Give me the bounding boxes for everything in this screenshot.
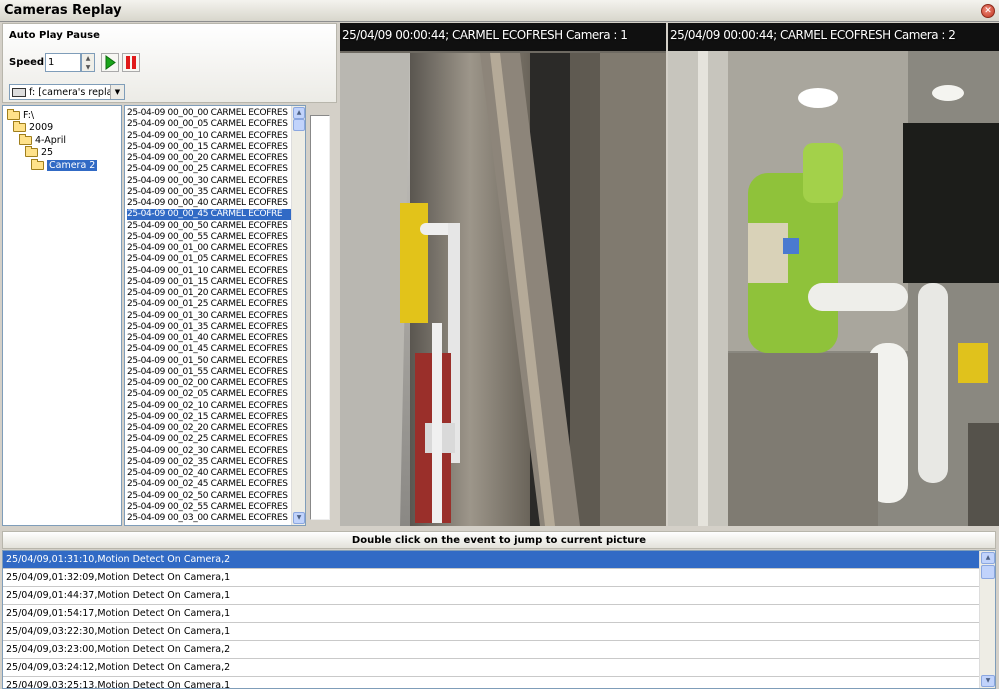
file-list-item[interactable]: 25-04-09 00_01_10 CARMEL ECOFRES — [127, 266, 291, 277]
tree-item[interactable]: 4-April — [19, 133, 66, 146]
folder-tree[interactable]: F:\ 2009 4-April 25 Camera 2 — [2, 105, 122, 526]
file-list-item[interactable]: 25-04-09 00_00_00 CARMEL ECOFRES — [127, 108, 291, 119]
event-row[interactable]: 25/04/09,01:32:09,Motion Detect On Camer… — [3, 569, 980, 587]
file-list-item[interactable]: 25-04-09 00_00_35 CARMEL ECOFRES — [127, 187, 291, 198]
tree-item[interactable]: Camera 2 — [31, 158, 98, 171]
file-list-item[interactable]: 25-04-09 00_01_15 CARMEL ECOFRES — [127, 277, 291, 288]
auto-play-pause-label: Auto Play Pause — [9, 30, 100, 41]
events-scroll-down-icon[interactable]: ▼ — [981, 675, 995, 687]
file-list-item[interactable]: 25-04-09 00_01_05 CARMEL ECOFRES — [127, 254, 291, 265]
events-header: Double click on the event to jump to cur… — [2, 531, 996, 549]
file-list-item[interactable]: 25-04-09 00_00_40 CARMEL ECOFRES — [127, 198, 291, 209]
event-row[interactable]: 25/04/09,03:22:30,Motion Detect On Camer… — [3, 623, 980, 641]
folder-icon — [13, 121, 26, 132]
close-icon: ✕ — [984, 6, 992, 16]
speed-label: Speed — [9, 57, 45, 68]
file-list-item[interactable]: 25-04-09 00_01_20 CARMEL ECOFRES — [127, 288, 291, 299]
file-list-item[interactable]: 25-04-09 00_01_55 CARMEL ECOFRES — [127, 367, 291, 378]
event-row[interactable]: 25/04/09,01:44:37,Motion Detect On Camer… — [3, 587, 980, 605]
file-list-item[interactable]: 25-04-09 00_02_30 CARMEL ECOFRES — [127, 446, 291, 457]
camera-1-view[interactable]: 25/04/09 00:00:44; CARMEL ECOFRESH Camer… — [340, 23, 666, 526]
play-icon — [105, 55, 116, 70]
camera-1-caption: 25/04/09 00:00:44; CARMEL ECOFRESH Camer… — [342, 28, 628, 42]
pause-button[interactable] — [122, 53, 140, 72]
playback-controls: Auto Play Pause Speed ▲ ▼ f: [camera's r… — [2, 23, 337, 103]
file-list-item[interactable]: 25-04-09 00_00_05 CARMEL ECOFRES — [127, 119, 291, 130]
folder-icon — [25, 146, 38, 157]
spin-down-icon[interactable]: ▼ — [82, 63, 94, 72]
drive-select[interactable]: f: [camera's replay] ▼ — [9, 84, 125, 100]
events-list[interactable]: 25/04/09,03:25:13,Motion Detect On Camer… — [2, 550, 996, 689]
events-scroll-up-icon[interactable]: ▲ — [981, 552, 995, 564]
file-list-scrollbar[interactable]: ▲ ▼ — [291, 106, 305, 525]
file-list-item[interactable]: 25-04-09 00_00_20 CARMEL ECOFRES — [127, 153, 291, 164]
file-list-item[interactable]: 25-04-09 00_01_25 CARMEL ECOFRES — [127, 299, 291, 310]
file-list-item[interactable]: 25-04-09 00_00_30 CARMEL ECOFRES — [127, 176, 291, 187]
scroll-thumb[interactable] — [293, 119, 305, 131]
file-list-item[interactable]: 25-04-09 00_02_20 CARMEL ECOFRES — [127, 423, 291, 434]
file-list-item[interactable]: 25-04-09 00_01_00 CARMEL ECOFRES — [127, 243, 291, 254]
file-list-item[interactable]: 25-04-09 00_00_50 CARMEL ECOFRES — [127, 221, 291, 232]
timeline-slider-groove[interactable] — [310, 115, 330, 520]
file-list-item[interactable]: 25-04-09 00_02_55 CARMEL ECOFRES — [127, 502, 291, 513]
events-scrollbar[interactable]: ▲ ▼ — [979, 551, 995, 688]
event-row[interactable]: 25/04/09,01:54:17,Motion Detect On Camer… — [3, 605, 980, 623]
file-list-item[interactable]: 25-04-09 00_02_50 CARMEL ECOFRES — [127, 491, 291, 502]
folder-icon — [7, 108, 20, 120]
file-list-item[interactable]: 25-04-09 00_02_05 CARMEL ECOFRES — [127, 389, 291, 400]
drive-icon — [12, 87, 26, 97]
file-list-item[interactable]: 25-04-09 00_02_40 CARMEL ECOFRES — [127, 468, 291, 479]
tree-item[interactable]: 25 — [25, 146, 54, 159]
file-list-item[interactable]: 25-04-09 00_00_55 CARMEL ECOFRES — [127, 232, 291, 243]
file-list-item[interactable]: 25-04-09 00_00_15 CARMEL ECOFRES — [127, 142, 291, 153]
close-button[interactable]: ✕ — [981, 4, 995, 18]
file-list-item[interactable]: 25-04-09 00_01_35 CARMEL ECOFRES — [127, 322, 291, 333]
file-list-item[interactable]: 25-04-09 00_02_35 CARMEL ECOFRES — [127, 457, 291, 468]
file-list-item[interactable]: 25-04-09 00_02_10 CARMEL ECOFRES — [127, 401, 291, 412]
folder-icon — [31, 158, 44, 170]
scroll-down-icon[interactable]: ▼ — [293, 512, 305, 524]
camera-1-image — [340, 23, 666, 526]
dropdown-arrow-icon[interactable]: ▼ — [110, 85, 124, 99]
folder-icon — [19, 133, 32, 145]
speed-spinner[interactable]: ▲ ▼ — [81, 53, 95, 72]
file-list-item[interactable]: 25-04-09 00_01_40 CARMEL ECOFRES — [127, 333, 291, 344]
event-row[interactable]: 25/04/09,03:23:00,Motion Detect On Camer… — [3, 641, 980, 659]
file-list-item[interactable]: 25-04-09 00_02_00 CARMEL ECOFRES — [127, 378, 291, 389]
scroll-up-icon[interactable]: ▲ — [293, 107, 305, 119]
spin-up-icon[interactable]: ▲ — [82, 54, 94, 63]
camera-2-image — [668, 23, 999, 526]
tree-item-label: 25 — [41, 147, 54, 158]
camera-2-view[interactable]: 25/04/09 00:00:44; CARMEL ECOFRESH Camer… — [668, 23, 999, 526]
tree-item[interactable]: 2009 — [13, 121, 54, 134]
tree-item-label: F:\ — [23, 109, 35, 121]
file-list-item[interactable]: 25-04-09 00_01_45 CARMEL ECOFRES — [127, 344, 291, 355]
file-list-item[interactable]: 25-04-09 00_02_15 CARMEL ECOFRES — [127, 412, 291, 423]
camera-2-caption: 25/04/09 00:00:44; CARMEL ECOFRESH Camer… — [670, 28, 956, 42]
file-list-item[interactable]: 25-04-09 00_02_45 CARMEL ECOFRES — [127, 479, 291, 490]
file-list-item[interactable]: 25-04-09 00_01_50 CARMEL ECOFRES — [127, 356, 291, 367]
title-bar: Cameras Replay ✕ — [0, 0, 999, 22]
pause-icon — [126, 56, 136, 69]
file-list-item[interactable]: 25-04-09 00_00_10 CARMEL ECOFRES — [127, 131, 291, 142]
drive-select-value: f: [camera's replay] — [29, 86, 122, 98]
file-list-item[interactable]: 25-04-09 00_00_45 CARMEL ECOFRE — [127, 209, 291, 221]
event-row[interactable]: 25/04/09,03:24:12,Motion Detect On Camer… — [3, 659, 980, 677]
tree-item-label: 4-April — [35, 134, 66, 146]
window-title: Cameras Replay — [4, 3, 122, 18]
speed-input[interactable] — [45, 53, 81, 72]
event-row[interactable]: 25/04/09,01:31:10,Motion Detect On Camer… — [3, 551, 980, 569]
events-scroll-thumb[interactable] — [981, 565, 995, 579]
file-list-item[interactable]: 25-04-09 00_01_30 CARMEL ECOFRES — [127, 311, 291, 322]
play-button[interactable] — [101, 53, 119, 72]
file-list-item[interactable]: 25-04-09 00_00_25 CARMEL ECOFRES — [127, 164, 291, 175]
file-list-item[interactable]: 25-04-09 00_02_25 CARMEL ECOFRES — [127, 434, 291, 445]
file-list[interactable]: 25-04-09 00_03_00 CARMEL ECOFRES 25-04-09… — [124, 105, 306, 526]
event-row[interactable]: 25/04/09,03:25:13,Motion Detect On Camer… — [3, 677, 980, 688]
tree-item-label: 2009 — [29, 122, 54, 133]
file-list-item[interactable]: 25-04-09 00_03_00 CARMEL ECOFRES — [127, 513, 291, 524]
tree-item[interactable]: F:\ — [7, 108, 35, 121]
tree-item-label: Camera 2 — [47, 159, 98, 171]
